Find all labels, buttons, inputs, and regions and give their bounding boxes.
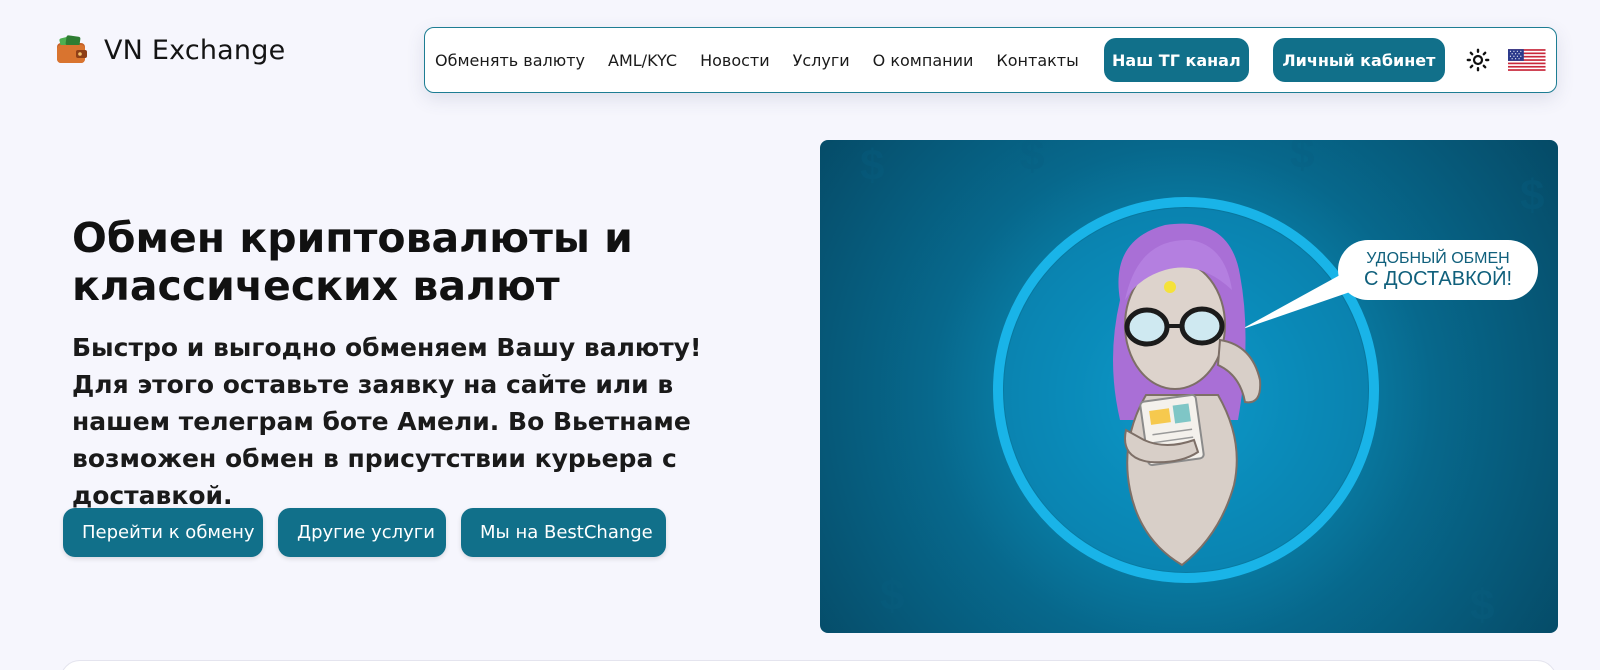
speech-line-2: С ДОСТАВКОЙ! — [1363, 268, 1513, 290]
brand-name: VN Exchange — [104, 34, 286, 66]
svg-text:$: $ — [1290, 140, 1314, 178]
nav-link-services[interactable]: Услуги — [793, 51, 850, 70]
us-flag-icon[interactable] — [1508, 49, 1546, 71]
nav-link-aml-kyc[interactable]: AML/KYC — [608, 51, 677, 70]
svg-text:$: $ — [1520, 171, 1544, 220]
hero-illustration: $ $ $ $ $ $ УДОБНЫЙ ОБМЕН С ДОСТАВКОЙ! — [820, 140, 1558, 633]
svg-text:$: $ — [1470, 581, 1494, 630]
wallet-icon — [57, 35, 87, 63]
sun-icon — [1466, 48, 1490, 72]
mascot-illustration: $ $ $ $ $ $ — [860, 140, 1544, 630]
exchange-card — [60, 660, 1557, 670]
other-services-button[interactable]: Другие услуги — [278, 508, 446, 557]
nav-link-contacts[interactable]: Контакты — [996, 51, 1078, 70]
personal-account-button[interactable]: Личный кабинет — [1272, 38, 1445, 82]
telegram-channel-button[interactable]: Наш ТГ канал — [1103, 38, 1249, 82]
hero-title: Обмен криптовалюты и классических валют — [72, 214, 633, 310]
main-navigation: Обменять валюту AML/KYC Новости Услуги О… — [424, 27, 1557, 93]
svg-text:$: $ — [1020, 140, 1044, 180]
speech-line-1: УДОБНЫЙ ОБМЕН — [1366, 250, 1510, 267]
svg-text:$: $ — [880, 571, 904, 620]
svg-text:$: $ — [860, 141, 884, 190]
nav-link-news[interactable]: Новости — [700, 51, 770, 70]
nav-link-about[interactable]: О компании — [873, 51, 974, 70]
logo[interactable]: VN Exchange — [54, 33, 285, 67]
cta-buttons: Перейти к обмену Другие услуги Мы на Bes… — [63, 508, 666, 557]
nav-link-exchange[interactable]: Обменять валюту — [435, 51, 585, 70]
hero-subtitle: Быстро и выгодно обменяем Вашу валюту! Д… — [72, 333, 702, 510]
speech-bubble: УДОБНЫЙ ОБМЕН С ДОСТАВКОЙ! — [1338, 240, 1538, 300]
go-to-exchange-button[interactable]: Перейти к обмену — [63, 508, 263, 557]
bestchange-button[interactable]: Мы на BestChange — [461, 508, 666, 557]
theme-toggle[interactable] — [1463, 45, 1493, 75]
